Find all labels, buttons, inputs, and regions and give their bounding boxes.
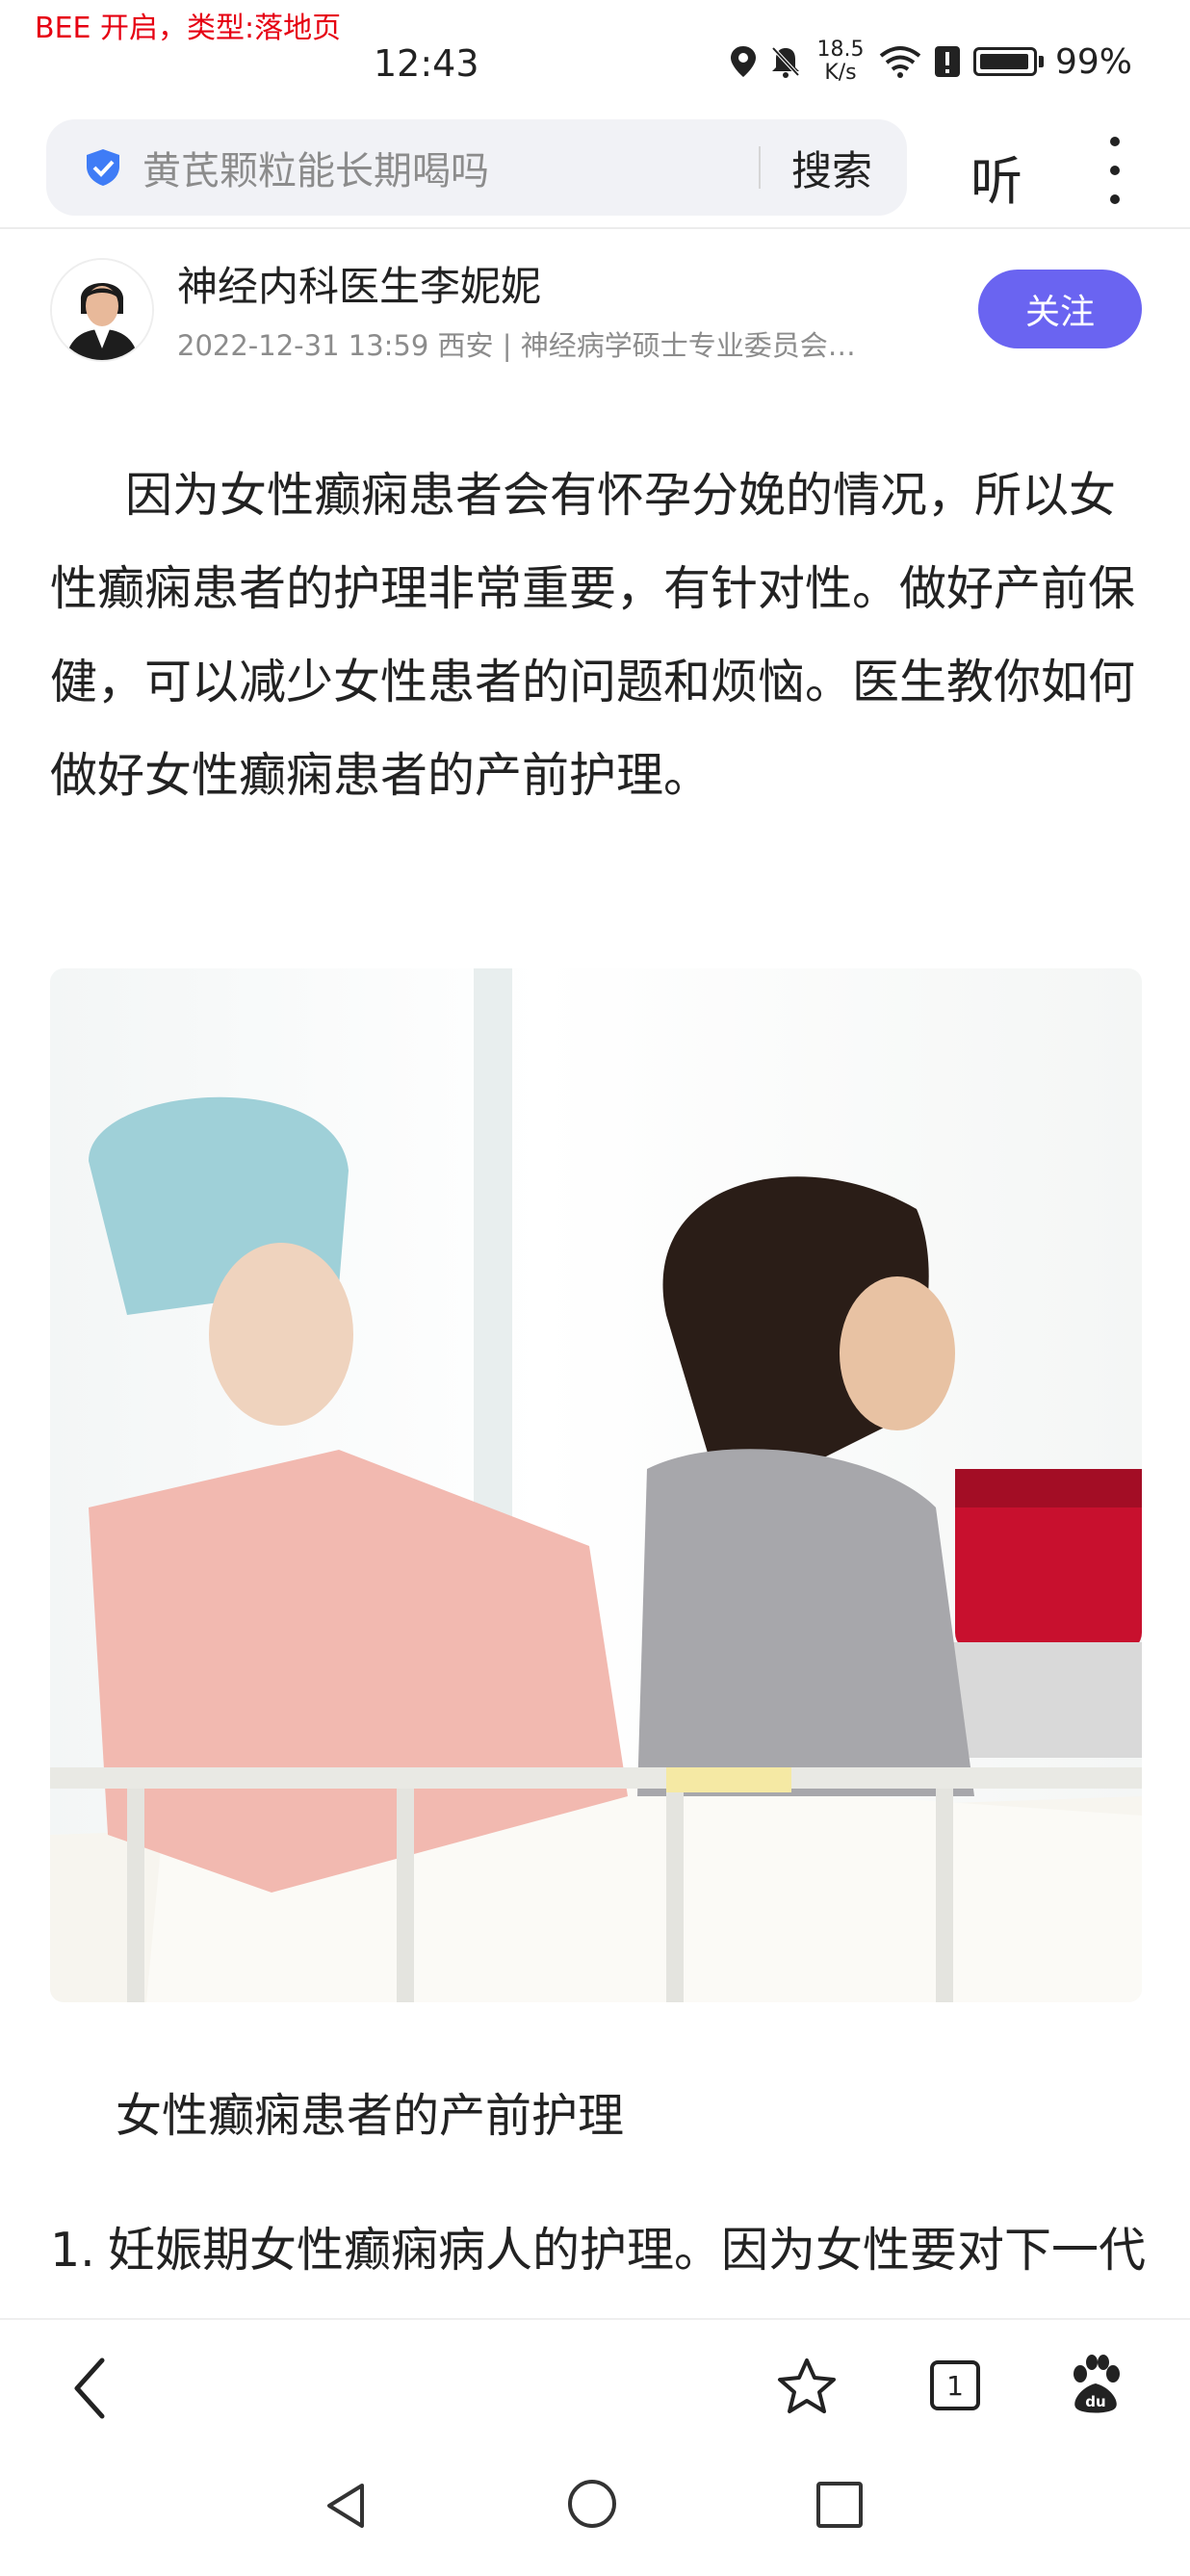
author-card: 神经内科医生李妮妮 2022-12-31 13:59 西安 | 神经病学硕士专业…	[0, 227, 1190, 372]
wifi-icon	[879, 46, 921, 78]
battery-percent: 99%	[1054, 41, 1132, 82]
search-divider	[758, 146, 761, 189]
article-intro: 因为女性癫痫患者会有怀孕分娩的情况，所以女性癫痫患者的护理非常重要，有针对性。做…	[50, 468, 1136, 803]
alert-icon	[934, 46, 960, 77]
system-back-icon[interactable]	[323, 2482, 370, 2530]
more-menu-icon[interactable]	[1107, 137, 1123, 204]
author-meta: 2022-12-31 13:59 西安 | 神经病学硕士专业委员会…	[177, 329, 856, 362]
mute-bell-icon	[771, 46, 800, 78]
battery-icon	[972, 47, 1037, 76]
shield-check-icon	[87, 149, 119, 186]
system-nav-bar	[0, 2453, 1190, 2576]
favorite-star-icon[interactable]	[776, 2357, 838, 2416]
battery-tip	[1038, 56, 1044, 67]
network-speed: 18.5 K/s	[816, 38, 865, 85]
search-button[interactable]: 搜索	[791, 139, 872, 197]
svg-text:du: du	[1085, 2393, 1105, 2410]
status-icons: 18.5 K/s 99%	[729, 39, 1132, 85]
article-subheading: 女性癫痫患者的产前护理	[116, 2089, 625, 2143]
location-icon	[730, 46, 756, 77]
listen-button[interactable]: 听	[970, 139, 1022, 215]
avatar[interactable]	[50, 258, 154, 362]
follow-button[interactable]: 关注	[978, 270, 1142, 348]
browser-bottom-bar: 1 du	[0, 2318, 1190, 2455]
back-icon[interactable]	[67, 2355, 116, 2422]
list-item-number: 1.	[50, 2223, 95, 2278]
status-clock: 12:43	[374, 42, 479, 85]
system-home-icon[interactable]	[568, 2480, 616, 2528]
article-photo[interactable]	[50, 968, 1142, 2002]
search-header: 黄芪颗粒能长期喝吗 搜索 听	[0, 116, 1190, 229]
baidu-paw-icon[interactable]: du	[1067, 2355, 1125, 2416]
search-input[interactable]: 黄芪颗粒能长期喝吗	[142, 140, 759, 195]
system-recents-icon[interactable]	[816, 2482, 863, 2528]
search-box[interactable]: 黄芪颗粒能长期喝吗 搜索	[46, 119, 907, 216]
status-bar: 12:43 18.5 K/s 99%	[0, 0, 1190, 116]
author-name[interactable]: 神经内科医生李妮妮	[177, 254, 541, 313]
tabs-button[interactable]: 1	[930, 2360, 980, 2410]
